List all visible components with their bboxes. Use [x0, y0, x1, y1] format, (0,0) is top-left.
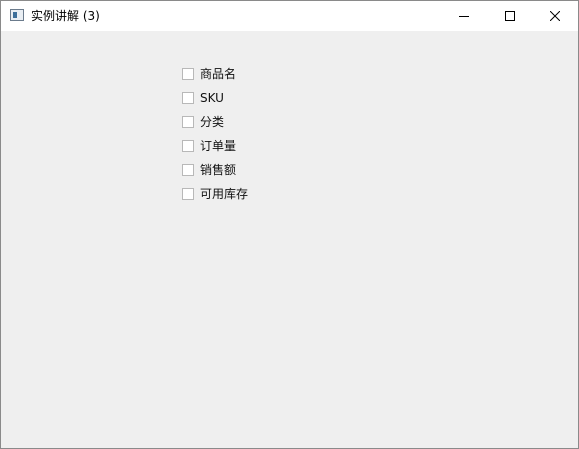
checkbox[interactable]	[182, 188, 194, 200]
checkbox-item-category[interactable]: 分类	[181, 110, 248, 134]
checkbox-label: 商品名	[200, 67, 237, 81]
app-icon	[10, 9, 24, 21]
checkbox[interactable]	[182, 164, 194, 176]
checkbox-label: 分类	[200, 115, 225, 129]
checkbox-item-sku[interactable]: SKU	[181, 86, 248, 110]
checkbox-item-product-name[interactable]: 商品名	[181, 62, 248, 86]
checkbox[interactable]	[182, 140, 194, 152]
checkbox[interactable]	[182, 92, 194, 104]
checkbox[interactable]	[182, 116, 194, 128]
checkbox-list: 商品名 SKU 分类 订单量 销售额 可用库存	[181, 62, 248, 206]
checkbox-label: 可用库存	[200, 187, 249, 201]
maximize-button[interactable]	[487, 1, 533, 31]
checkbox-item-sales-amount[interactable]: 销售额	[181, 158, 248, 182]
checkbox[interactable]	[182, 68, 194, 80]
checkbox-label: SKU	[200, 91, 224, 105]
checkbox-label: 销售额	[200, 163, 237, 177]
title-bar[interactable]: 实例讲解 (3)	[1, 1, 578, 31]
close-icon	[550, 11, 560, 21]
window-title: 实例讲解 (3)	[31, 9, 100, 23]
minimize-icon	[459, 16, 469, 17]
checkbox-item-available-stock[interactable]: 可用库存	[181, 182, 248, 206]
minimize-button[interactable]	[441, 1, 487, 31]
close-button[interactable]	[532, 1, 578, 31]
maximize-icon	[505, 11, 515, 21]
app-window: 实例讲解 (3) 商品名 SKU 分类 订单量 销售额 可用库存	[0, 0, 579, 449]
checkbox-label: 订单量	[200, 139, 237, 153]
checkbox-item-order-count[interactable]: 订单量	[181, 134, 248, 158]
